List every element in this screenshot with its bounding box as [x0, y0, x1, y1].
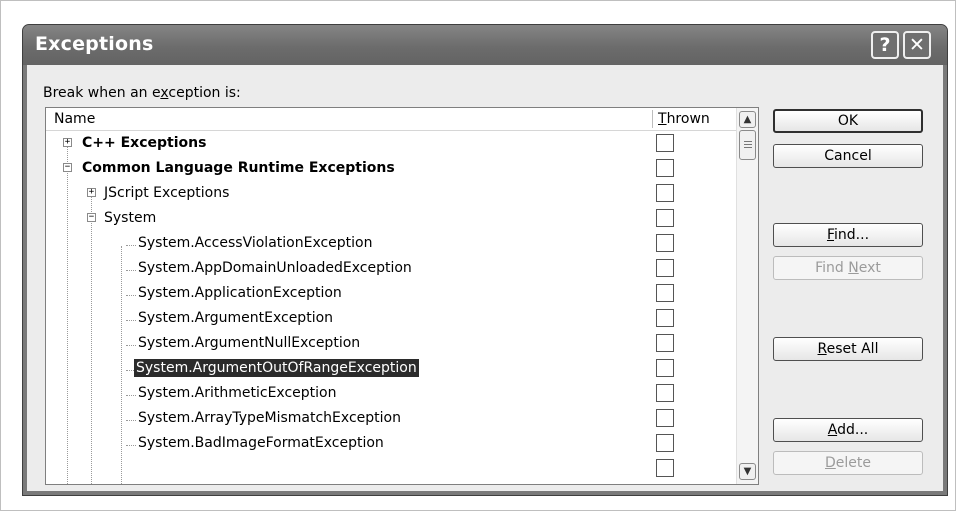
tree-row-label[interactable]: System.ApplicationException [136, 284, 344, 302]
thrown-checkbox[interactable] [656, 159, 674, 177]
tree-row[interactable]: System.ApplicationException [46, 280, 736, 305]
cancel-button[interactable]: Cancel [773, 144, 923, 168]
exceptions-dialog: Exceptions ? ✕ Break when an exception i… [22, 24, 948, 496]
tree-row-label[interactable]: System.BadImageFormatException [136, 434, 386, 452]
tree-row-label[interactable]: Common Language Runtime Exceptions [80, 159, 397, 177]
list-header: Name Thrown [46, 108, 736, 131]
ok-button[interactable]: OK [773, 109, 923, 133]
tree-row-label[interactable]: C++ Exceptions [80, 134, 208, 152]
tree-row-system[interactable]: − System [46, 205, 736, 230]
add-rest: dd... [837, 422, 869, 438]
reset-accel: R [817, 341, 827, 357]
find-rest: ind... [834, 227, 870, 243]
exceptions-list[interactable]: Name Thrown + C++ Exceptions − Common La… [45, 107, 759, 485]
dialog-client-area: Break when an exception is: Name Thrown [27, 65, 943, 491]
find-accel: F [826, 227, 835, 243]
tree-row[interactable]: System.ArgumentNullException [46, 330, 736, 355]
thrown-accel: T [658, 111, 667, 127]
close-button[interactable]: ✕ [903, 31, 931, 59]
tree-row-label[interactable]: System.ArithmeticException [136, 384, 338, 402]
thrown-rest: hrown [666, 111, 710, 127]
thrown-checkbox[interactable] [656, 409, 674, 427]
column-header-thrown[interactable]: Thrown [658, 111, 710, 127]
find-next-before: Find [815, 260, 849, 276]
thrown-checkbox[interactable] [656, 234, 674, 252]
tree-row-selected[interactable]: System.ArgumentOutOfRangeException [46, 355, 736, 380]
break-when-label: Break when an exception is: [43, 85, 241, 101]
help-button[interactable]: ? [871, 31, 899, 59]
find-next-after: ext [858, 260, 881, 276]
tree-row-label[interactable]: System.AppDomainUnloadedException [136, 259, 414, 277]
prompt-text-after: ception is: [168, 85, 241, 101]
dialog-title: Exceptions [35, 33, 154, 55]
tree-row-cpp-exceptions[interactable]: + C++ Exceptions [46, 130, 736, 155]
tree-row-clr-exceptions[interactable]: − Common Language Runtime Exceptions [46, 155, 736, 180]
scroll-up-icon[interactable]: ▲ [739, 111, 756, 128]
thrown-checkbox[interactable] [656, 134, 674, 152]
scroll-down-icon[interactable]: ▼ [739, 463, 756, 480]
reset-all-button[interactable]: Reset All [773, 337, 923, 361]
vertical-scrollbar[interactable]: ▲ ▼ [736, 108, 758, 484]
prompt-text-before: Break when an e [43, 85, 161, 101]
delete-rest: elete [835, 455, 871, 471]
tree-row[interactable]: System.BadImageFormatException [46, 430, 736, 455]
thrown-checkbox[interactable] [656, 334, 674, 352]
reset-rest: eset All [826, 341, 879, 357]
tree-row[interactable]: System.AppDomainUnloadedException [46, 255, 736, 280]
grip-line [744, 147, 752, 148]
scroll-thumb[interactable] [739, 130, 756, 160]
thrown-checkbox[interactable] [656, 384, 674, 402]
tree-row-jscript-exceptions[interactable]: + JScript Exceptions [46, 180, 736, 205]
thrown-checkbox[interactable] [656, 359, 674, 377]
thrown-checkbox[interactable] [656, 309, 674, 327]
tree-row[interactable]: System.AccessViolationException [46, 230, 736, 255]
title-bar[interactable]: Exceptions ? ✕ [23, 25, 947, 65]
grip-line [744, 141, 752, 142]
add-button[interactable]: Add... [773, 418, 923, 442]
tree-row-label[interactable]: System.ArrayTypeMismatchException [136, 409, 403, 427]
tree-row-label[interactable]: System.ArgumentException [136, 309, 335, 327]
thrown-checkbox[interactable] [656, 209, 674, 227]
thrown-checkbox[interactable] [656, 259, 674, 277]
collapse-minus-icon[interactable]: − [87, 213, 96, 222]
tree-row[interactable]: System.ArrayTypeMismatchException [46, 405, 736, 430]
tree-row-label[interactable]: System.ArgumentNullException [136, 334, 362, 352]
column-header-name[interactable]: Name [54, 111, 95, 127]
add-accel: A [827, 422, 838, 438]
expand-plus-icon[interactable]: + [87, 188, 96, 197]
thrown-checkbox[interactable] [656, 459, 674, 477]
tree-row-partial[interactable] [46, 455, 736, 480]
delete-accel: D [825, 455, 836, 471]
find-next-accel: N [848, 260, 859, 276]
grip-line [744, 144, 752, 145]
thrown-checkbox[interactable] [656, 184, 674, 202]
tree-row[interactable]: System.ArgumentException [46, 305, 736, 330]
tree-row-label[interactable]: JScript Exceptions [102, 184, 231, 202]
tree-row-label[interactable]: System.ArgumentOutOfRangeException [134, 359, 419, 377]
collapse-minus-icon[interactable]: − [63, 163, 72, 172]
find-next-button[interactable]: Find Next [773, 256, 923, 280]
tree-row-label[interactable]: System [102, 209, 158, 227]
column-divider[interactable] [652, 110, 653, 128]
find-button[interactable]: Find... [773, 223, 923, 247]
tree-row-label[interactable]: System.AccessViolationException [136, 234, 375, 252]
thrown-checkbox[interactable] [656, 284, 674, 302]
tree-row[interactable]: System.ArithmeticException [46, 380, 736, 405]
delete-button[interactable]: Delete [773, 451, 923, 475]
thrown-checkbox[interactable] [656, 434, 674, 452]
expand-plus-icon[interactable]: + [63, 138, 72, 147]
